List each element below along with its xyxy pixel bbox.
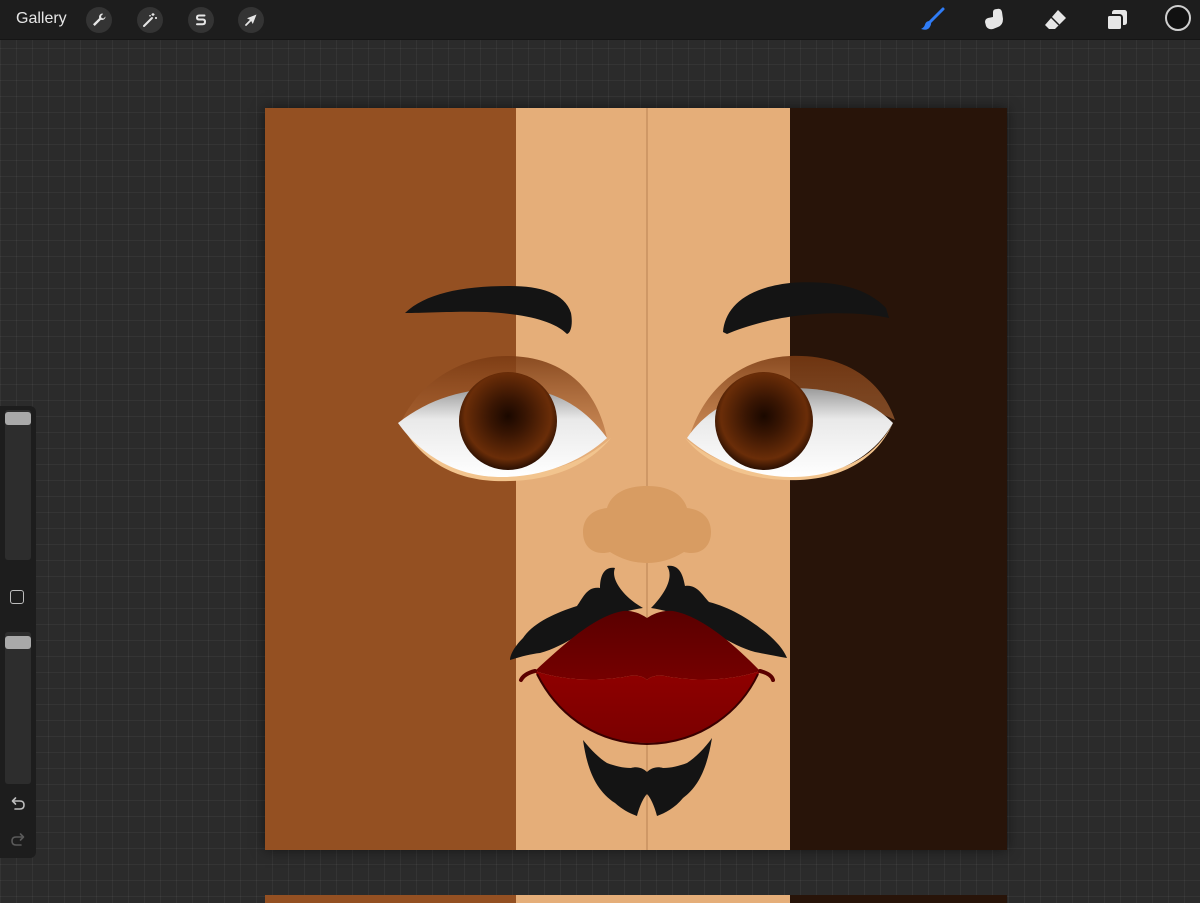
eraser-icon[interactable] — [1041, 6, 1069, 34]
undo-icon[interactable] — [8, 796, 28, 814]
magic-wand-icon — [143, 13, 157, 27]
brush-opacity-handle[interactable] — [5, 636, 31, 649]
wrench-icon — [93, 13, 106, 26]
redo-icon[interactable] — [8, 832, 28, 850]
right-iris — [715, 372, 813, 470]
gallery-button[interactable]: Gallery — [16, 10, 67, 28]
selection-s-icon — [195, 14, 207, 26]
smudge-finger-icon[interactable] — [980, 6, 1008, 34]
brush-sidebar — [0, 406, 36, 858]
brush-opacity-slider[interactable] — [5, 632, 31, 784]
brush-size-slider[interactable] — [5, 410, 31, 560]
top-toolbar: Gallery — [0, 0, 1200, 40]
transform-button[interactable] — [238, 7, 264, 33]
next-canvas-preview — [265, 895, 1007, 903]
brush-icon[interactable] — [918, 6, 946, 34]
color-picker-swatch[interactable] — [1165, 5, 1191, 31]
actions-button[interactable] — [86, 7, 112, 33]
adjustments-button[interactable] — [137, 7, 163, 33]
skin-band-dark-brown — [790, 108, 1007, 850]
arrow-cursor-icon — [245, 14, 257, 26]
selection-button[interactable] — [188, 7, 214, 33]
drawing-canvas[interactable] — [265, 108, 1007, 850]
left-iris — [459, 372, 557, 470]
brush-size-handle[interactable] — [5, 412, 31, 425]
modify-square-icon[interactable] — [10, 590, 24, 604]
layers-icon[interactable] — [1103, 6, 1131, 34]
